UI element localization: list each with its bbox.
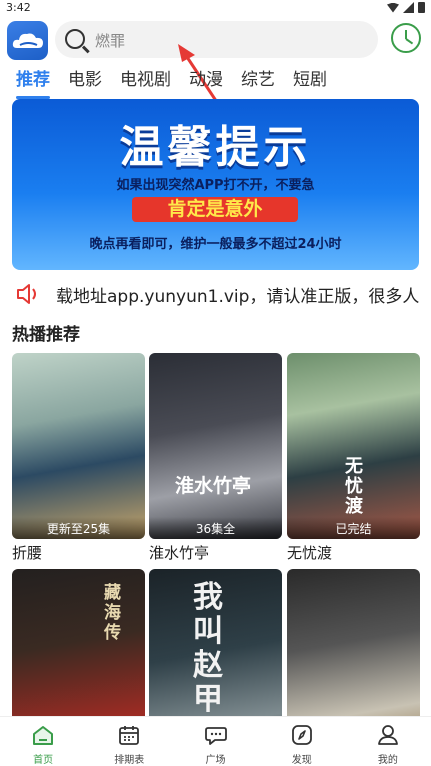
video-card[interactable]: 无忧渡 已完结 无忧渡 <box>287 353 420 563</box>
banner-line-1: 如果出现突然APP打不开，不要急 <box>116 178 315 193</box>
poster-image: 淮水竹亭 36集全 <box>149 353 282 539</box>
nav-label: 首页 <box>33 755 54 766</box>
signal-icon <box>403 2 414 13</box>
announcement-banner[interactable]: 温馨提示 如果出现突然APP打不开，不要急 肯定是意外 晚点再看即可，维护一般最… <box>12 99 419 270</box>
section-title: 热播推荐 <box>12 325 80 345</box>
tab-short-drama[interactable]: 短剧 <box>293 66 327 96</box>
nav-label: 排期表 <box>114 755 145 766</box>
poster-title-art: 藏海传 <box>104 583 121 643</box>
nav-profile[interactable]: 我的 <box>345 717 431 766</box>
nav-label: 广场 <box>205 755 226 766</box>
app-logo-icon[interactable] <box>7 21 48 60</box>
search-icon <box>65 29 85 49</box>
poster-image: 无忧渡 已完结 <box>287 353 420 539</box>
tab-movies[interactable]: 电影 <box>68 66 102 96</box>
video-card[interactable]: 淮水竹亭 36集全 淮水竹亭 <box>149 353 282 563</box>
episode-badge: 36集全 <box>149 517 282 539</box>
status-bar: 3:42 <box>0 0 431 16</box>
compass-icon <box>291 725 312 745</box>
video-card[interactable]: 更新至25集 折腰 <box>12 353 145 563</box>
nav-discover[interactable]: 发现 <box>259 717 345 766</box>
notice-text: 载地址app.yunyun1.vip，请认准正版，很多人 <box>56 287 420 307</box>
nav-label: 我的 <box>377 755 398 766</box>
banner-line-3: 晚点再看即可，维护一般最多不超过24小时 <box>89 237 342 252</box>
banner-line-2: 肯定是意外 <box>132 197 298 222</box>
system-icons <box>387 2 425 13</box>
poster-title-art: 无忧渡 <box>345 456 363 517</box>
nav-schedule[interactable]: 排期表 <box>86 717 172 766</box>
video-title: 淮水竹亭 <box>149 544 210 562</box>
nav-home[interactable]: 首页 <box>0 717 86 766</box>
episode-badge: 更新至25集 <box>12 517 145 539</box>
nav-label: 发现 <box>291 755 312 766</box>
category-tabs: 推荐 电影 电视剧 动漫 综艺 短剧 <box>0 66 431 99</box>
episode-badge: 已完结 <box>287 517 420 539</box>
search-input[interactable]: 燃罪 <box>55 21 378 58</box>
poster-image: 更新至25集 <box>12 353 145 539</box>
tab-tv-series[interactable]: 电视剧 <box>120 66 171 96</box>
notice-bar[interactable]: 载地址app.yunyun1.vip，请认准正版，很多人 <box>0 279 431 309</box>
status-time: 3:42 <box>6 1 31 14</box>
tab-variety[interactable]: 综艺 <box>241 66 275 96</box>
calendar-icon <box>119 726 140 745</box>
chat-icon <box>204 727 227 745</box>
search-placeholder: 燃罪 <box>95 32 126 50</box>
home-icon <box>33 726 54 745</box>
nav-square[interactable]: 广场 <box>172 717 258 766</box>
speaker-icon <box>17 284 36 304</box>
video-title: 无忧渡 <box>287 544 333 562</box>
profile-icon <box>378 725 398 745</box>
poster-title-art: 淮水竹亭 <box>175 475 252 497</box>
battery-icon <box>418 2 425 13</box>
banner-title: 温馨提示 <box>119 122 312 173</box>
video-title: 折腰 <box>12 544 43 562</box>
bottom-nav: 首页 排期表 广场 发现 我的 <box>0 716 431 766</box>
app-header: 燃罪 <box>0 16 431 64</box>
history-icon[interactable] <box>391 23 421 53</box>
tab-recommend[interactable]: 推荐 <box>16 66 50 99</box>
wifi-icon <box>387 2 399 13</box>
tab-anime[interactable]: 动漫 <box>189 66 223 96</box>
